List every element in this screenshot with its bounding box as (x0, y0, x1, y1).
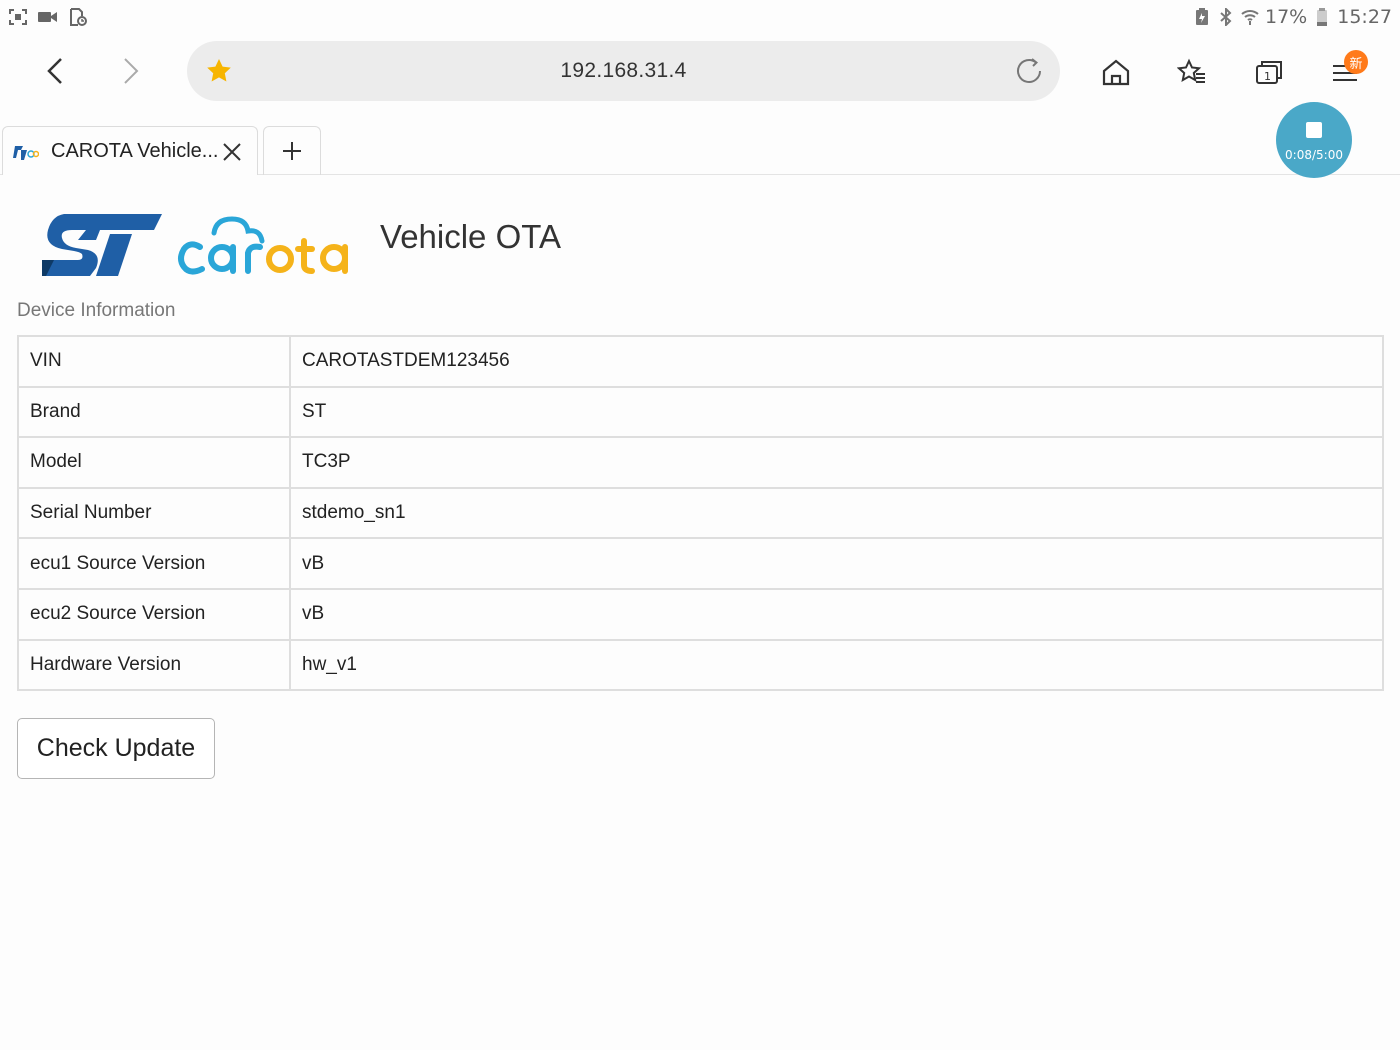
table-row: Brand ST (17, 385, 1384, 439)
table-row: Model TC3P (17, 436, 1384, 489)
row-key: Brand (17, 385, 291, 439)
chevron-left-icon (47, 58, 62, 84)
forward-button[interactable] (108, 48, 154, 94)
new-badge: 新 (1344, 50, 1368, 74)
close-icon[interactable] (219, 139, 245, 165)
row-key: ecu2 Source Version (17, 587, 291, 641)
table-row: VIN CAROTASTDEM123456 (17, 335, 1384, 388)
home-icon (1102, 59, 1130, 86)
star-icon[interactable] (205, 57, 233, 85)
svg-text:1: 1 (1264, 70, 1271, 83)
status-bar: 17% 15:27 (0, 0, 1400, 34)
browser-toolbar: 192.168.31.4 1 新 (0, 38, 1400, 104)
new-tab-button[interactable] (263, 126, 321, 175)
table-row: ecu2 Source Version vB (17, 587, 1384, 641)
row-value: stdemo_sn1 (289, 486, 1384, 540)
plus-icon (283, 142, 301, 160)
battery-saver-icon (1193, 7, 1211, 27)
page-header: Vehicle OTA (40, 205, 561, 283)
check-update-button[interactable]: Check Update (17, 718, 215, 779)
row-key: Model (17, 436, 291, 489)
back-button[interactable] (32, 48, 78, 94)
bookmarks-button[interactable] (1170, 50, 1214, 94)
tab-strip: CAROTA Vehicle... (0, 126, 1400, 175)
row-value: TC3P (289, 436, 1384, 489)
battery-percent: 17% (1265, 6, 1308, 28)
screenshot-icon (8, 8, 28, 26)
status-time: 15:27 (1337, 6, 1392, 28)
tabs-button[interactable]: 1 (1247, 50, 1291, 94)
url-text[interactable]: 192.168.31.4 (187, 41, 1060, 101)
stop-icon[interactable] (1306, 122, 1322, 138)
recording-time: 0:08/5:00 (1285, 148, 1343, 162)
status-left-icons (8, 8, 88, 26)
tab-favicon-icon (13, 146, 39, 160)
file-clock-icon (68, 8, 88, 26)
st-logo (42, 214, 162, 276)
video-icon (38, 8, 58, 26)
row-key: ecu1 Source Version (17, 537, 291, 590)
tab-title: CAROTA Vehicle... (51, 140, 219, 162)
table-row: Hardware Version hw_v1 (17, 638, 1384, 692)
star-list-icon (1177, 58, 1205, 83)
row-value: ST (289, 385, 1384, 439)
bluetooth-icon (1217, 7, 1235, 27)
row-value: hw_v1 (289, 638, 1384, 692)
row-value: CAROTASTDEM123456 (289, 335, 1384, 388)
screen-recording-bubble[interactable]: 0:08/5:00 (1276, 102, 1352, 178)
row-key: VIN (17, 335, 291, 388)
tab-carota[interactable]: CAROTA Vehicle... (2, 126, 258, 175)
wifi-icon (1241, 7, 1259, 27)
row-key: Serial Number (17, 486, 291, 540)
address-bar[interactable]: 192.168.31.4 (187, 41, 1060, 101)
carota-logo (178, 216, 348, 275)
status-right-icons: 17% 15:27 (1193, 6, 1392, 28)
home-button[interactable] (1094, 50, 1138, 94)
table-row: Serial Number stdemo_sn1 (17, 486, 1384, 540)
reload-icon[interactable] (1014, 56, 1044, 86)
row-value: vB (289, 537, 1384, 590)
section-label: Device Information (17, 300, 176, 321)
row-key: Hardware Version (17, 638, 291, 692)
page-title: Vehicle OTA (380, 218, 561, 255)
chevron-right-icon (124, 58, 139, 84)
row-value: vB (289, 587, 1384, 641)
table-row: ecu1 Source Version vB (17, 537, 1384, 590)
device-info-table: VIN CAROTASTDEM123456 Brand ST Model TC3… (17, 335, 1384, 692)
battery-icon (1313, 7, 1331, 27)
tabs-icon: 1 (1256, 61, 1282, 84)
